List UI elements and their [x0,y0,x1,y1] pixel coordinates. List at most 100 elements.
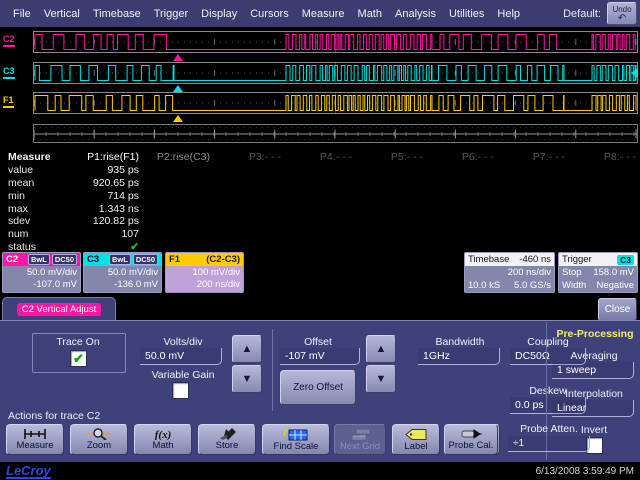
trigger-mode: Stop [562,266,582,279]
down-arrow-icon: ▼ [376,373,387,385]
measure-value: 920.65 ps [70,177,141,189]
trigger-position-marker-f1[interactable] [173,115,183,122]
averaging-label: Averaging [552,350,636,362]
grid-trace-f1[interactable] [33,92,638,114]
oscilloscope-screen: File Vertical Timebase Trigger Display C… [0,0,640,480]
menu-trigger[interactable]: Trigger [154,8,188,20]
voltsdiv-down-button[interactable]: ▼ [232,365,262,393]
probe-attenuation-field[interactable]: ÷1 [508,436,590,452]
channel-descriptor-c3[interactable]: C3 BwL DC50 50.0 mV/div -136.0 mV [83,252,162,293]
menu-vertical[interactable]: Vertical [44,8,80,20]
desc-c3-badge-dc50: DC50 [133,254,158,265]
grid-trace-c3[interactable] [33,62,638,84]
averaging-field[interactable]: 1 sweep [552,362,634,379]
trace-label-c3[interactable]: C3 [3,66,15,79]
variable-gain-checkbox[interactable] [172,382,189,399]
math-descriptor-f1[interactable]: F1 (C2-C3) 100 mV/div 200 ns/div [165,252,244,293]
zero-offset-button[interactable]: Zero Offset [280,370,356,405]
tab-c2-vertical-adjust[interactable]: C2 Vertical Adjust [2,297,116,321]
find-scale-action-button[interactable]: Find Scale [262,424,330,455]
trigger-position-marker-c2[interactable] [173,54,183,61]
desc-c2-scale: 50.0 mV/div [6,267,77,279]
desc-c3-scale: 50.0 mV/div [87,267,158,279]
menu-timebase[interactable]: Timebase [93,8,141,20]
menu-utilities[interactable]: Utilities [449,8,484,20]
find-scale-icon [283,428,309,441]
vertical-adjust-dialog: C2 Vertical Adjust Close Trace On ✔ Volt… [0,296,640,462]
timebase-descriptor[interactable]: Timebase -460 ns 200 ns/div 10.0 kS 5.0 … [464,252,555,293]
trigger-level-arrow-c3[interactable] [631,68,638,78]
waveform-display: C2 C3 F1 [0,27,640,145]
down-arrow-icon: ▼ [242,373,253,385]
svg-text:f(x): f(x) [155,429,172,440]
default-setup-label: Default: [563,8,601,20]
label-action-button[interactable]: Label [392,424,440,455]
trigger-type: Width [562,279,586,292]
status-bar: LeCroy 6/13/2008 3:59:49 PM [0,462,640,480]
offset-field[interactable]: -107 mV [280,348,360,365]
menu-cursors[interactable]: Cursors [250,8,289,20]
voltsdiv-up-button[interactable]: ▲ [232,335,262,363]
measure-value: 120.82 ps [70,215,141,227]
measure-value: 107 [70,228,141,240]
desc-c3-name: C3 [87,254,99,265]
menu-math[interactable]: Math [358,8,382,20]
offset-up-button[interactable]: ▲ [366,335,396,363]
menu-measure[interactable]: Measure [302,8,345,20]
desc-c2-name: C2 [6,254,18,265]
probe-attenuation-label: Probe Atten. [506,423,592,435]
close-button[interactable]: Close [598,298,637,321]
menu-bar: File Vertical Timebase Trigger Display C… [0,0,640,27]
interpolation-field[interactable]: Linear [552,400,634,417]
menu-help[interactable]: Help [497,8,520,20]
measure-row-label: max [0,203,70,215]
measure-value: 714 ps [70,190,141,202]
store-action-button[interactable]: Store [198,424,256,455]
trace-on-label: Trace On [38,336,118,348]
measure-row-label: num [0,228,70,240]
bandwidth-field[interactable]: 1GHz [418,348,500,365]
measure-action-button[interactable]: Measure [6,424,64,455]
desc-c3-offset: -136.0 mV [87,279,158,291]
bandwidth-label: Bandwidth [415,336,505,348]
timebase-rate: 5.0 GS/s [514,279,551,292]
timebase-offset: -460 ns [519,254,551,265]
measure-value: 1.343 ns [70,203,141,215]
math-action-button[interactable]: f(x) Math [134,424,192,455]
trigger-title: Trigger [562,254,592,265]
measure-row-label: min [0,190,70,202]
measure-row-label: sdev [0,215,70,227]
desc-c2-badge-dc50: DC50 [52,254,77,265]
voltsdiv-field[interactable]: 50.0 mV [140,348,222,365]
trace-label-c2[interactable]: C2 [3,34,15,47]
measure-col-p7: P7:- - - [496,151,567,163]
desc-c3-badge-bwl: BwL [109,254,131,265]
trace-label-f1[interactable]: F1 [3,95,14,108]
actions-for-trace-label: Actions for trace C2 [8,410,100,422]
trigger-descriptor[interactable]: Trigger C3 Stop 158.0 mV Width Negative [558,252,638,293]
offset-label: Offset [280,336,356,348]
measure-title: Measure [0,151,70,163]
measure-table: Measure P1:rise(F1) P2:rise(C3) P3:- - -… [0,145,640,252]
undo-button[interactable]: Undo ↶ [607,2,637,25]
zoom-action-button[interactable]: Zoom [70,424,128,455]
zoom-icon [86,428,112,440]
measure-col-p8: P8:- - - [567,151,638,163]
probe-cal-button[interactable]: Probe Cal. [444,424,498,455]
offset-down-button[interactable]: ▼ [366,365,396,393]
desc-f1-name: F1 [169,254,180,265]
trigger-slope: Negative [597,279,635,292]
desc-f1-timebase: 200 ns/div [169,279,240,291]
timebase-scale: 200 ns/div [508,266,551,279]
measure-col-p6: P6:- - - [425,151,496,163]
measure-row-label: value [0,164,70,176]
channel-descriptor-c2[interactable]: C2 BwL DC50 50.0 mV/div -107.0 mV [2,252,81,293]
timebase-samples: 10.0 kS [468,279,500,292]
trigger-position-marker-c3[interactable] [173,85,183,92]
menu-display[interactable]: Display [201,8,237,20]
trace-on-checkbox[interactable]: ✔ [70,350,87,367]
menu-file[interactable]: File [13,8,31,20]
next-grid-action-button[interactable]: Next Grid [334,424,386,455]
menu-analysis[interactable]: Analysis [395,8,436,20]
grid-trace-c2[interactable] [33,31,638,53]
